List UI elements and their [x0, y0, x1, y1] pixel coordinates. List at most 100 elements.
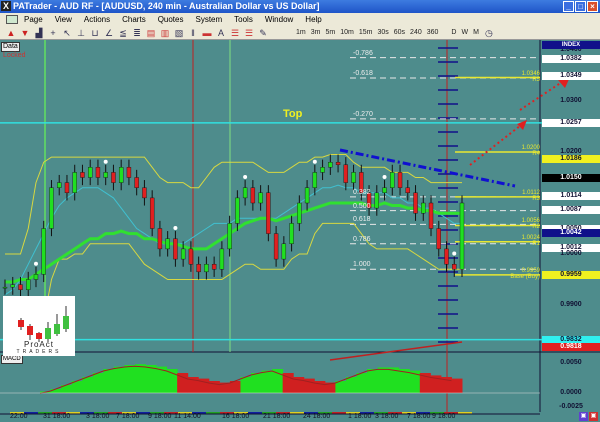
candle-body [95, 167, 101, 178]
macd-histogram-bar [251, 373, 263, 393]
tf-240[interactable]: 240 [410, 29, 422, 36]
chart-icon[interactable]: ▟ [34, 28, 44, 38]
macd-histogram-bar [92, 373, 104, 393]
menu-tools[interactable]: Tools [228, 13, 259, 26]
fib-fan-icon[interactable]: ≦ [118, 28, 128, 38]
pen-icon[interactable]: ✎ [258, 28, 268, 38]
macd-histogram-bar [367, 369, 379, 393]
zone-icon[interactable]: ▥ [160, 28, 170, 38]
macd-histogram-bar [377, 367, 389, 393]
fib-level-label: 0.500 [353, 202, 371, 210]
panel-toggle-icon[interactable]: ▣ [579, 412, 588, 421]
candle-body [88, 167, 93, 178]
trendline-icon[interactable]: ∠ [104, 28, 114, 38]
tf-1m[interactable]: 1m [296, 29, 306, 36]
swing-dot [103, 159, 108, 164]
rectangle-icon[interactable]: ▤ [146, 28, 156, 38]
candle-body [297, 202, 302, 224]
fib-level-label: -0.618 [353, 70, 373, 78]
candle-body [444, 248, 449, 265]
candle-body [2, 286, 8, 289]
price-axis-label: 1.0300 [560, 97, 582, 104]
locked-label: Locked [3, 52, 26, 59]
menu-quotes[interactable]: Quotes [152, 13, 190, 26]
sell-icon[interactable]: ▲ [6, 28, 16, 38]
fib-level-label: -0.270 [353, 110, 373, 118]
proact-traders-logo: ProAct TRADERS [3, 296, 75, 356]
candle-body [328, 161, 333, 168]
candle-body [149, 197, 155, 229]
menu-charts[interactable]: Charts [116, 13, 152, 26]
candle-body [351, 172, 356, 183]
logo-text: ProAct [23, 340, 54, 349]
pattern-icon[interactable]: ▧ [174, 28, 184, 38]
time-axis-label: 7 18:00 [407, 413, 431, 420]
menu-system[interactable]: System [189, 13, 228, 26]
price-axis-label: 1.0186 [542, 155, 600, 164]
candle-body [335, 161, 341, 165]
buy-icon[interactable]: ▼ [20, 28, 30, 38]
macd-axis-label: 0.0050 [560, 359, 582, 366]
tf-m[interactable]: M [473, 29, 479, 36]
toolbar: ▲ ▼ ▟ + ↖ ⊥ ⊔ ∠ ≦ ≣ ▤ ▥ ▧ ‖ ▬ A ☰ ☰ ✎ 1m… [0, 26, 600, 40]
fib-retracement-icon[interactable]: ≣ [132, 28, 142, 38]
levels2-icon[interactable]: ☰ [244, 28, 254, 38]
fib-level-label: 0.618 [353, 216, 371, 224]
tf-5m[interactable]: 5m [325, 29, 335, 36]
tf-360[interactable]: 360 [427, 29, 439, 36]
candle-body [289, 223, 294, 244]
top-annotation: Top [283, 108, 303, 120]
text-icon[interactable]: A [216, 28, 226, 38]
tf-30s[interactable]: 30s [377, 29, 388, 36]
minimize-button[interactable]: _ [563, 1, 574, 12]
tf-3m[interactable]: 3m [311, 29, 321, 36]
price-axis-label: 0.9818 [542, 342, 600, 351]
macd-histogram-bar [50, 389, 62, 393]
panel-close-icon[interactable]: ▣ [589, 412, 598, 421]
macd-histogram-bar [240, 377, 252, 393]
candle-body [382, 187, 387, 193]
price-chart[interactable] [0, 40, 600, 422]
candle-body [57, 182, 62, 188]
tf-d[interactable]: D [451, 29, 456, 36]
candle-body [397, 172, 403, 188]
candle-body [428, 202, 434, 229]
pointer-icon[interactable]: ↖ [62, 28, 72, 38]
crosshair-icon[interactable]: + [48, 28, 58, 38]
menu-actions[interactable]: Actions [78, 13, 116, 26]
time-axis-label: 24 18:00 [303, 413, 331, 420]
macd-axis-label: 0.0000 [560, 389, 582, 396]
macd-histogram-bar [82, 377, 94, 393]
candle-body [142, 187, 147, 199]
price-axis-label: 0.9900 [560, 301, 582, 308]
candle-body [10, 284, 15, 288]
candle-body [180, 248, 186, 260]
tf-10m[interactable]: 10m [340, 29, 354, 36]
maximize-button[interactable]: □ [575, 1, 586, 12]
candle-body [242, 187, 248, 199]
tf-15m[interactable]: 15m [359, 29, 373, 36]
menu-help[interactable]: Help [299, 13, 327, 26]
horizontal-line-icon[interactable]: ⊥ [76, 28, 86, 38]
index-label: INDEX [542, 41, 600, 49]
bars-icon[interactable]: ‖ [188, 28, 198, 38]
candle-body [320, 167, 325, 173]
channel-icon[interactable]: ⊔ [90, 28, 100, 38]
macd-label: MACD [1, 355, 23, 364]
resistance-label-group: 0.9959 Base (Buy) [490, 268, 540, 280]
candle-body [33, 274, 39, 280]
time-axis-label: 3 18:00 [375, 413, 399, 420]
price-axis-label: 1.0382 [542, 55, 600, 64]
menu-window[interactable]: Window [259, 13, 299, 26]
menu-page[interactable]: Page [18, 13, 49, 26]
close-button[interactable]: × [587, 1, 598, 12]
tf-60s[interactable]: 60s [394, 29, 405, 36]
macd-histogram-bar [345, 377, 357, 393]
resistance-label: R2 [532, 224, 540, 231]
flag-icon[interactable]: ▬ [202, 28, 212, 38]
clock-icon[interactable]: ◷ [484, 28, 494, 38]
macd-histogram-bar [261, 370, 273, 393]
levels-icon[interactable]: ☰ [230, 28, 240, 38]
tf-w[interactable]: W [461, 29, 468, 36]
menu-view[interactable]: View [49, 13, 78, 26]
